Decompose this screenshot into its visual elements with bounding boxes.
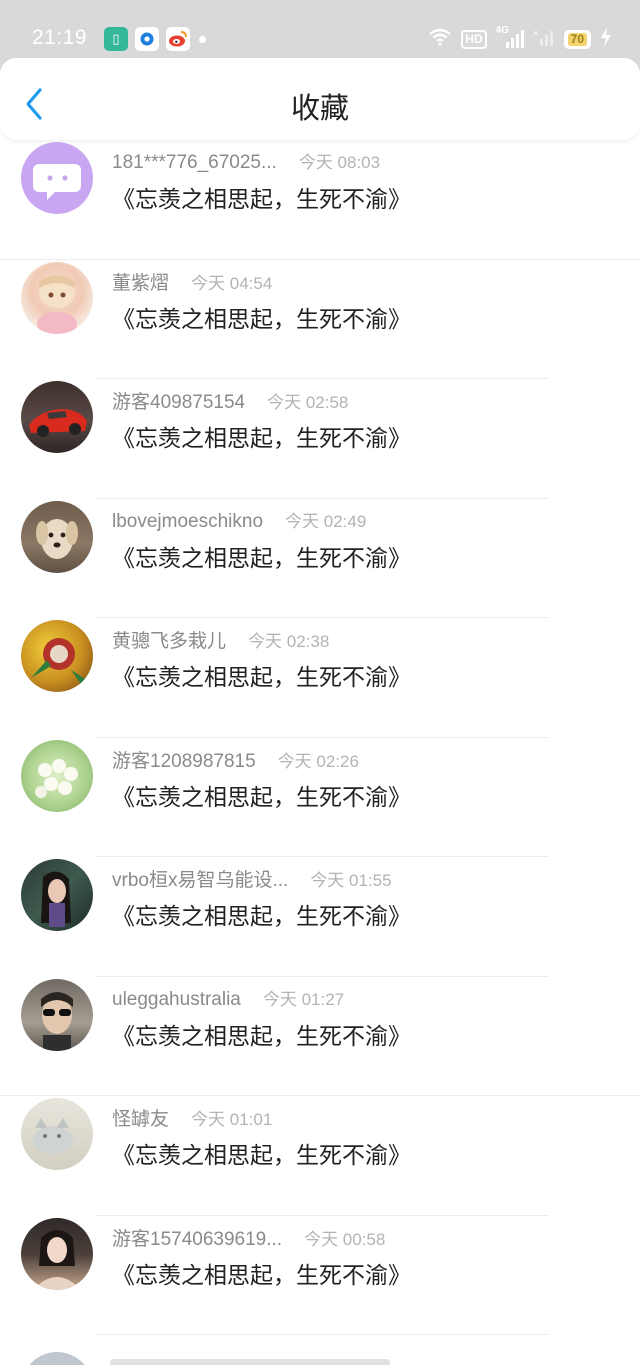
story-title: 《忘羡之相思起，生死不渝》 [112,426,411,452]
story-title: 《忘羡之相思起，生死不渝》 [112,306,411,333]
avatar [21,381,93,453]
weibo-icon [166,27,190,51]
avatar [21,739,93,812]
timestamp: 今天 02:26 [277,751,359,771]
timestamp: 今天 08:03 [298,153,381,172]
timestamp: 今天 02:58 [267,393,349,412]
story-title: 《忘羡之相思起，生死不渝》 [112,904,411,930]
favorites-list: 181***776_67025... 今天 08:03 《忘羡之相思起，生死不渝》… [0,140,640,1365]
user-name: 游客15740639619... [112,1228,283,1250]
page-title: 收藏 [290,91,349,125]
timestamp: 今天 02:49 [285,511,367,531]
avatar [21,620,93,692]
user-name: 游客1208987815 [112,750,256,772]
timestamp: 今天 00:58 [304,1229,386,1249]
timestamp: 今天 01:55 [310,871,392,890]
item-meta: 181***776_67025... 今天 08:03 [112,148,380,174]
list-item-partial[interactable] [0,1335,640,1365]
list-item[interactable]: 181***776_67025... 今天 08:03 《忘羡之相思起，生死不渝》 [0,140,640,260]
item-meta: lbovejmoeschikno 今天 02:49 [112,507,366,533]
avatar [21,142,93,214]
story-title: 《忘羡之相思起，生死不渝》 [112,784,411,811]
app-icon-green: ▯ [104,27,128,51]
avatar [21,500,93,573]
user-name: 游客409875154 [112,392,246,413]
user-name: 怪罅友 [112,1109,170,1130]
user-name: 181***776_67025... [112,152,277,173]
user-name: vrbo桓x易智乌能设... [112,870,289,891]
timestamp: 今天 01:01 [191,1110,273,1129]
user-name: uleggahustralia [112,988,241,1010]
avatar [21,859,93,931]
avatar [21,1217,93,1290]
list-item[interactable]: 黄骢飞多栽儿 今天 02:38 《忘羡之相思起，生死不渝》 [0,618,640,738]
list-item[interactable]: 游客409875154 今天 02:58 《忘羡之相思起，生死不渝》 [0,379,640,499]
story-title: 《忘羡之相思起，生死不渝》 [112,545,411,572]
item-meta: uleggahustralia 今天 01:27 [112,985,344,1011]
avatar [21,1352,93,1365]
wifi-icon [428,28,452,51]
list-item[interactable]: 游客15740639619... 今天 00:58 《忘羡之相思起，生死不渝》 [0,1216,640,1335]
item-meta: 游客1208987815 今天 02:26 [112,746,359,773]
item-meta: vrbo桓x易智乌能设... 今天 01:55 [112,865,392,892]
list-item[interactable]: vrbo桓x易智乌能设... 今天 01:55 《忘羡之相思起，生死不渝》 [0,857,640,977]
story-title: 《忘羡之相思起，生死不渝》 [112,187,411,213]
app-icon-blue [135,27,159,51]
avatar [21,1098,93,1170]
avatar [21,978,93,1051]
list-item[interactable]: 董紫熠 今天 04:54 《忘羡之相思起，生死不渝》 [0,260,640,379]
placeholder-text [110,1359,390,1365]
item-meta: 游客15740639619... 今天 00:58 [112,1224,385,1251]
story-title: 《忘羡之相思起，生死不渝》 [112,1262,411,1289]
hd-badge: HD [461,29,487,49]
notification-dot [199,36,206,43]
item-meta: 怪罅友 今天 01:01 [112,1104,272,1131]
nav-bar: 收藏 [0,58,640,140]
svg-text:×: × [533,28,538,38]
user-name: 董紫熠 [112,272,170,294]
charging-icon [600,26,612,52]
avatar [21,261,93,334]
user-name: lbovejmoeschikno [112,510,264,532]
timestamp: 今天 02:38 [248,632,330,651]
timestamp: 今天 01:27 [262,989,345,1009]
item-meta: 游客409875154 今天 02:58 [112,387,348,414]
story-title: 《忘羡之相思起，生死不渝》 [112,1143,411,1169]
signal-icon-secondary: × [533,27,555,52]
status-time: 21:19 [32,26,88,49]
user-name: 黄骢飞多栽儿 [112,631,227,652]
story-title: 《忘羡之相思起，生死不渝》 [112,665,411,691]
list-item[interactable]: 怪罅友 今天 01:01 《忘羡之相思起，生死不渝》 [0,1096,640,1216]
item-meta: 董紫熠 今天 04:54 [112,268,272,295]
battery-indicator: 70 [563,29,591,49]
story-title: 《忘羡之相思起，生死不渝》 [112,1023,411,1050]
system-icons: HD 4G × 70 [428,25,612,52]
item-meta: 黄骢飞多栽儿 今天 02:38 [112,626,329,653]
signal-icon: 4G [496,25,524,49]
battery-level: 70 [567,32,587,46]
timestamp: 今天 04:54 [191,273,273,293]
list-item[interactable]: 游客1208987815 今天 02:26 《忘羡之相思起，生死不渝》 [0,738,640,857]
list-item[interactable]: lbovejmoeschikno 今天 02:49 《忘羡之相思起，生死不渝》 [0,499,640,618]
list-item[interactable]: uleggahustralia 今天 01:27 《忘羡之相思起，生死不渝》 [0,977,640,1096]
